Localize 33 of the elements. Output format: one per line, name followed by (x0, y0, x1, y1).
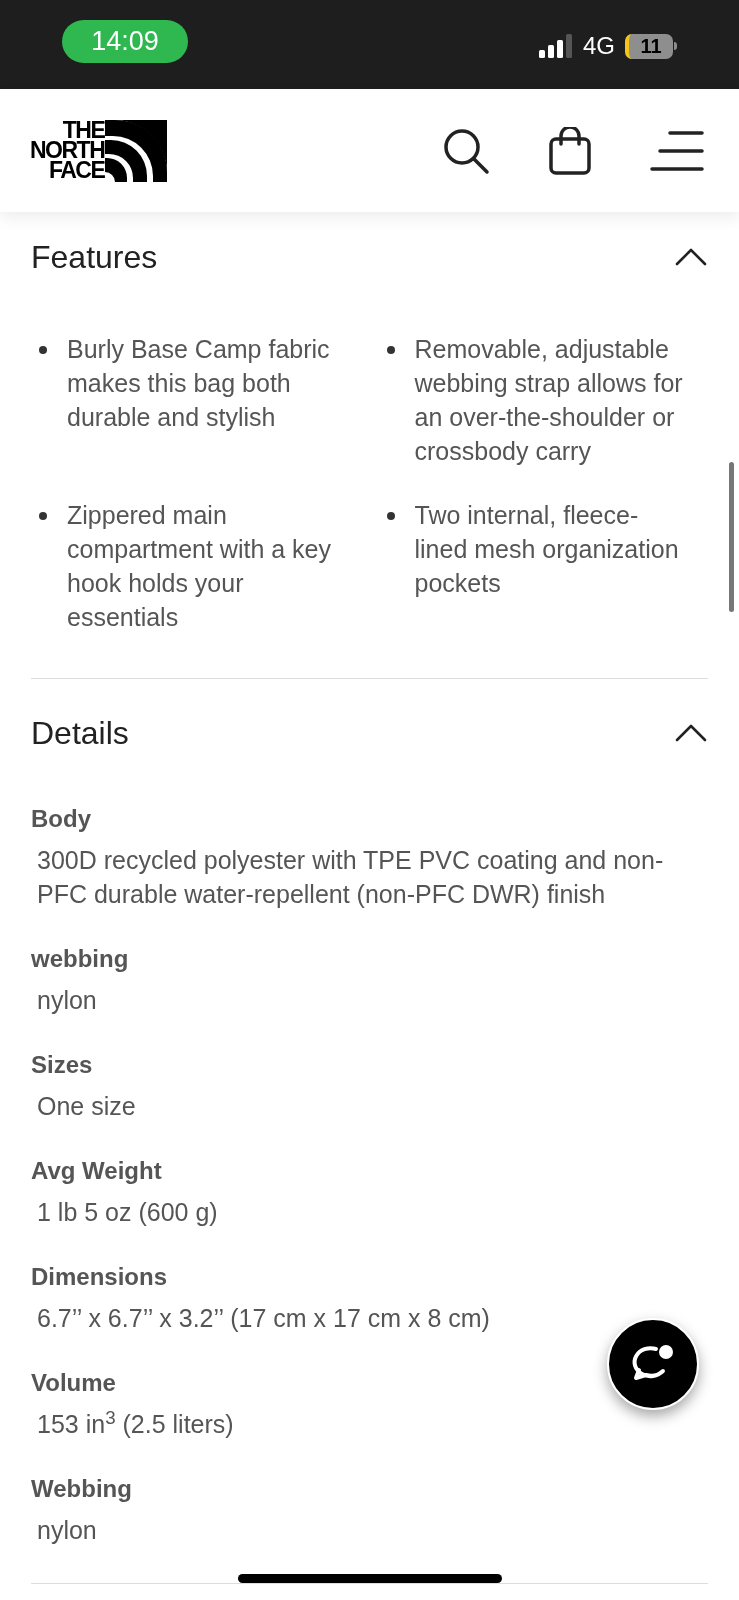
detail-value: 6.7’’ x 6.7’’ x 3.2’’ (17 cm x 17 cm x 8 cm) (36, 1303, 491, 1334)
detail-label: webbing (31, 944, 129, 974)
search-icon[interactable] (442, 126, 490, 175)
signal-icon (539, 34, 573, 58)
detail-value: 153 in$^{3}$ (2.5 liters) (36, 1407, 235, 1440)
feature-text: Zippered main compartment with a key hook holds your essentials (67, 500, 332, 633)
chat-button[interactable] (607, 1318, 699, 1410)
chevron-up-icon[interactable] (674, 247, 708, 267)
detail-label: Avg Weight (31, 1156, 162, 1186)
detail-label: Body (31, 804, 91, 834)
features-header[interactable]: Features (31, 212, 708, 298)
network-label: 4G (583, 31, 615, 61)
menu-icon[interactable] (650, 129, 704, 172)
detail-label: Webbing (31, 1474, 132, 1504)
chevron-up-icon[interactable] (674, 723, 708, 743)
brand-logo[interactable]: THE NORTH FACE (30, 119, 168, 182)
detail-value: 300D recycled polyester with TPE PVC coating and non-PFC durable water-repellent (non-PFC DWR) finish (36, 845, 665, 910)
detail-value: One size (36, 1091, 137, 1122)
feature-text: Removable, adjustable webbing strap allows for an over-the-shoulder or crossbody carry (414, 334, 684, 467)
section-title: Details (31, 714, 129, 753)
status-time: 14:09 (62, 20, 188, 63)
feature-text: Burly Base Camp fabric makes this bag both durable and stylish (67, 334, 331, 433)
detail-label: Volume (31, 1368, 116, 1398)
detail-value: nylon (36, 985, 98, 1016)
feature-text: Two internal, fleece-lined mesh organization pockets (414, 500, 680, 599)
details-header[interactable]: Details (31, 679, 708, 787)
shopping-bag-icon[interactable] (548, 126, 592, 175)
detail-value: 1 lb 5 oz (600 g) (36, 1197, 219, 1228)
section-title: Features (31, 238, 158, 277)
detail-label: Dimensions (31, 1262, 168, 1292)
detail-value: nylon (36, 1515, 98, 1546)
battery-indicator: 11 (625, 33, 677, 59)
detail-label: Sizes (31, 1050, 93, 1080)
